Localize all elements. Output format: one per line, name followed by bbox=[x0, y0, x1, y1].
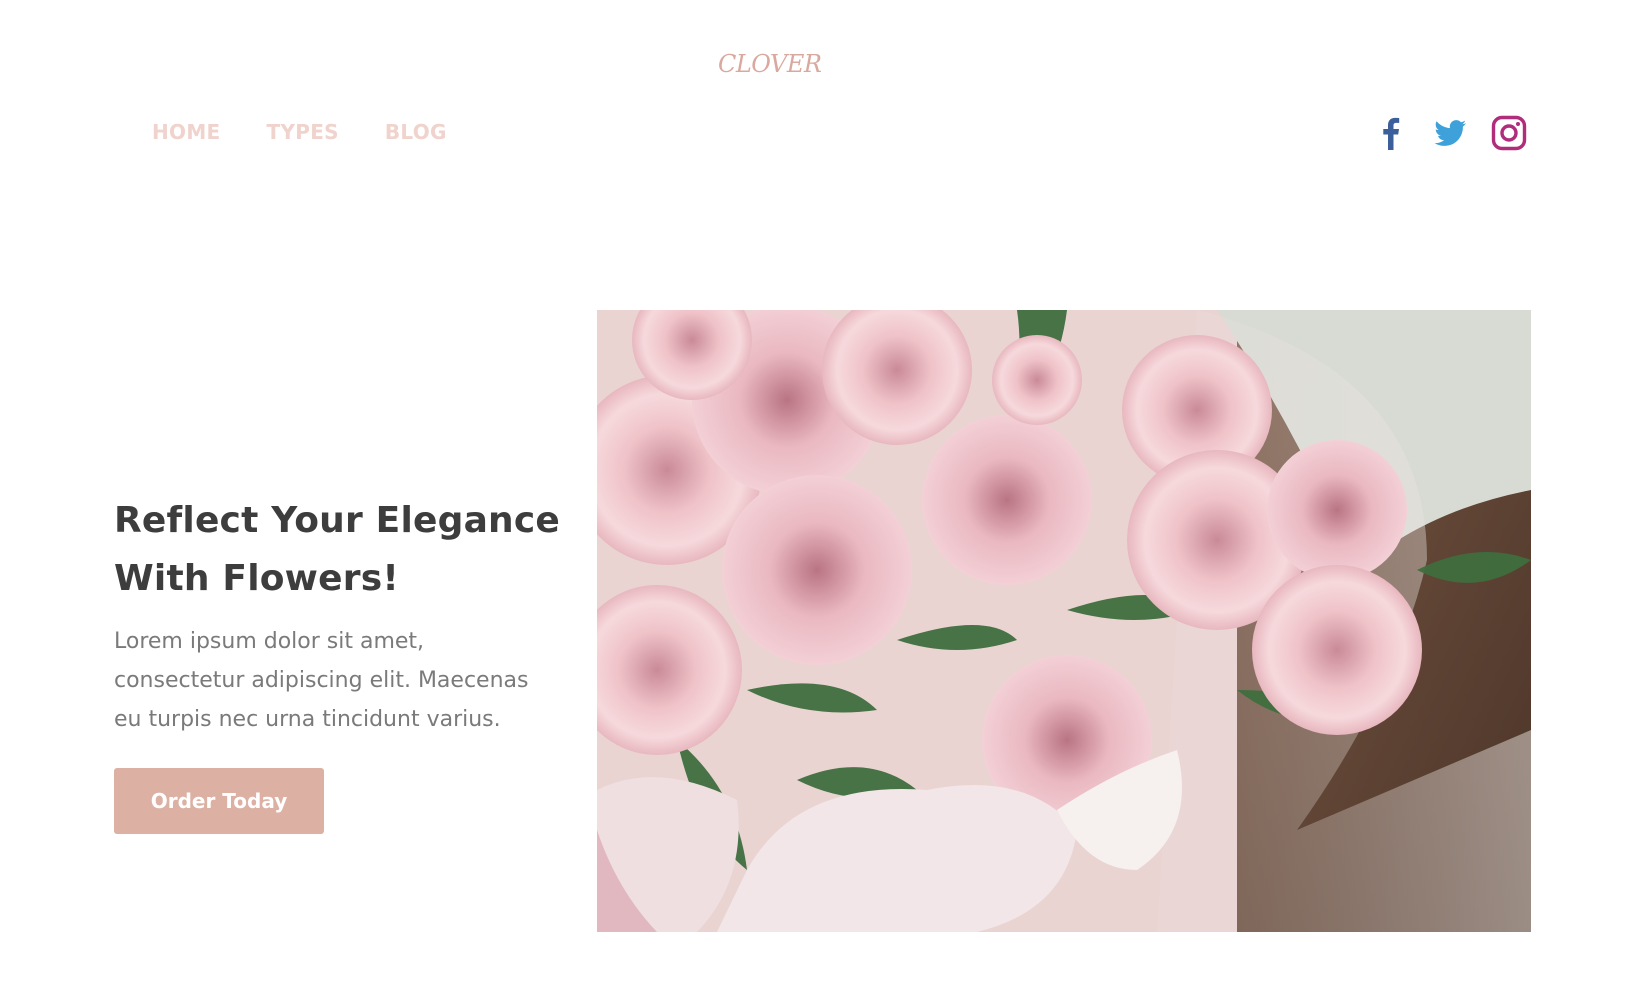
social-links bbox=[1372, 114, 1528, 152]
twitter-icon[interactable] bbox=[1431, 114, 1469, 152]
nav-item-home[interactable]: HOME bbox=[152, 120, 221, 144]
hero-description: Lorem ipsum dolor sit amet, consectetur … bbox=[114, 629, 529, 732]
hero-title: Reflect Your Elegance With Flowers! bbox=[114, 500, 561, 599]
hero-image-roses bbox=[597, 310, 1531, 932]
instagram-icon[interactable] bbox=[1490, 114, 1528, 152]
order-today-button[interactable]: Order Today bbox=[114, 768, 324, 834]
brand-logo[interactable]: CLOVER bbox=[718, 50, 822, 78]
nav-item-blog[interactable]: BLOG bbox=[385, 120, 447, 144]
main-nav: HOME TYPES BLOG bbox=[152, 120, 493, 144]
facebook-icon[interactable] bbox=[1372, 114, 1410, 152]
nav-item-types[interactable]: TYPES bbox=[267, 120, 339, 144]
